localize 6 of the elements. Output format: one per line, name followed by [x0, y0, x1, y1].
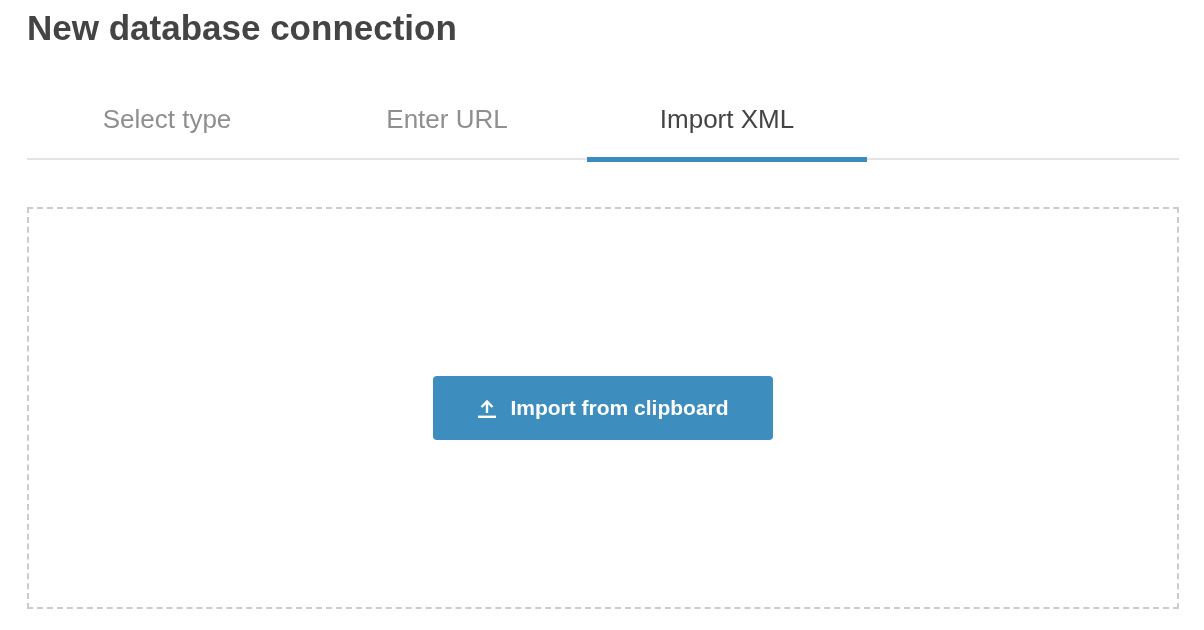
upload-icon: [477, 397, 498, 418]
tab[interactable]: Enter URL: [307, 88, 587, 162]
tab[interactable]: Import XML: [587, 88, 867, 162]
import-button[interactable]: Import from clipboard: [433, 375, 773, 440]
page-title: New database connection: [27, 7, 457, 49]
tab[interactable]: Select type: [27, 88, 307, 162]
